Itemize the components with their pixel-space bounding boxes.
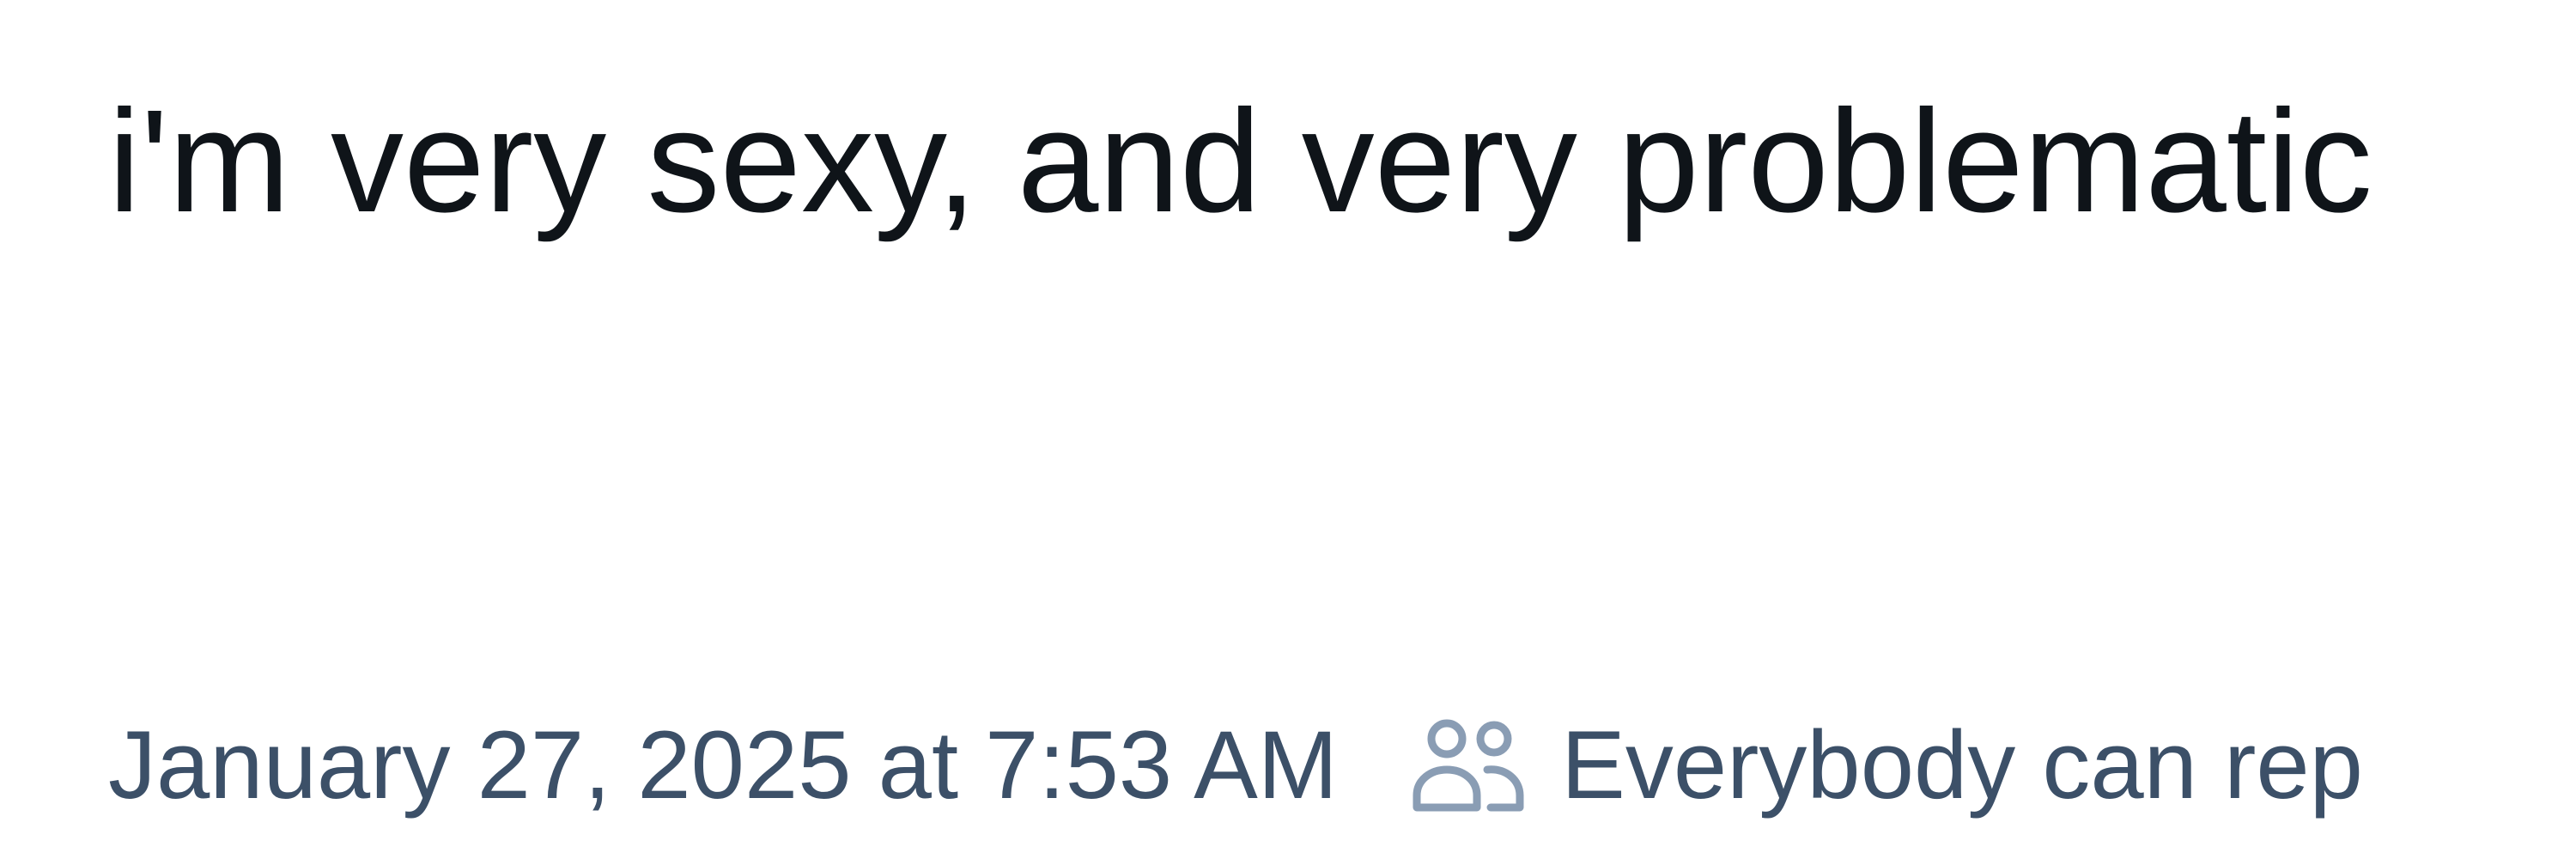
- reply-setting[interactable]: Everybody can rep: [1408, 710, 2363, 820]
- post-text: i'm very sexy, and very problematic: [108, 80, 2372, 243]
- people-icon: [1408, 713, 1528, 816]
- post-card: i'm very sexy, and very problematic Janu…: [0, 0, 2576, 859]
- reply-setting-label: Everybody can rep: [1561, 710, 2363, 819]
- post-meta-row: January 27, 2025 at 7:53 AM Everybody ca…: [108, 704, 2363, 825]
- post-timestamp[interactable]: January 27, 2025 at 7:53 AM: [108, 710, 1338, 820]
